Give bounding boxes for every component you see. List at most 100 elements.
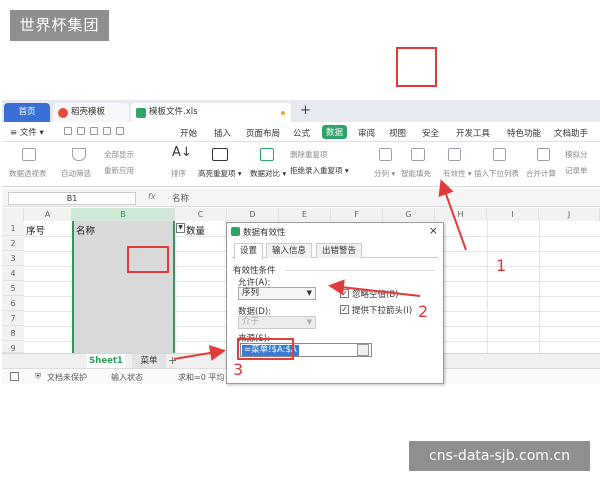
formula-bar: B1 fx 名称 [2, 189, 600, 207]
row-header[interactable]: 4 [2, 266, 24, 281]
cell-a1[interactable]: 序号 [26, 223, 45, 237]
row-header[interactable]: 8 [2, 326, 24, 341]
col-header-f[interactable]: F [331, 208, 383, 221]
sheet-tab-menu[interactable]: 菜单 [132, 354, 166, 369]
split-columns-icon [379, 148, 392, 161]
add-sheet-button[interactable]: + [168, 354, 177, 367]
dropdown-arrow-label: 提供下拉箭头(I) [352, 306, 413, 316]
row-header[interactable]: 3 [2, 251, 24, 266]
quick-access-toolbar [64, 127, 164, 137]
col-header-g[interactable]: G [383, 208, 435, 221]
col-header-j[interactable]: J [539, 208, 600, 221]
auto-filter-button[interactable]: 自动筛选 [61, 168, 91, 179]
smart-fill-icon [411, 148, 425, 161]
menu-special[interactable]: 特色功能 [507, 127, 541, 139]
tab-error-alert[interactable]: 出错警告 [316, 243, 363, 258]
watermark-bottom: cns-data-sjb.com.cn [409, 441, 590, 471]
sort-button[interactable]: 排序 [171, 168, 186, 179]
row-header[interactable]: 9 [2, 341, 24, 353]
tab-input-message[interactable]: 输入信息 [266, 243, 313, 258]
sheet-tab-sheet1[interactable]: Sheet1 [87, 354, 125, 369]
tab-label: 模板文件.xls [149, 107, 198, 117]
dropdown-arrow-icon[interactable]: ▼ [176, 223, 185, 233]
name-box[interactable]: B1 [8, 192, 136, 205]
col-header-e[interactable]: E [279, 208, 331, 221]
show-all-button[interactable]: 全部显示 [104, 149, 134, 160]
reapply-button[interactable]: 重新应用 [104, 165, 134, 176]
fx-icon[interactable]: fx [148, 192, 156, 201]
menu-start[interactable]: 开始 [180, 127, 197, 139]
reject-duplicates-button[interactable]: 拒绝录入重复项 ▾ [290, 165, 349, 176]
preview-icon[interactable] [90, 127, 98, 135]
data-compare-button[interactable]: 数据对比 ▾ [250, 168, 286, 179]
save-icon[interactable] [64, 127, 72, 135]
smart-fill-button[interactable]: 智能填充 [401, 168, 431, 179]
insert-dropdown-button[interactable]: 插入下拉列表 [474, 168, 519, 179]
col-header-a[interactable]: A [24, 208, 72, 221]
split-columns-button[interactable]: 分列 ▾ [374, 168, 395, 179]
dropdown-arrow-checkbox[interactable]: ✓ [340, 305, 349, 314]
range-picker-icon[interactable] [357, 344, 369, 356]
tab-home[interactable]: 首页 [4, 103, 50, 122]
ignore-blank-checkbox[interactable]: ✓ [340, 289, 349, 298]
file-menu[interactable]: ≡ 文件 ▾ [10, 126, 44, 138]
menu-review[interactable]: 审阅 [358, 127, 375, 139]
protect-status[interactable]: 文档未保护 [47, 372, 87, 383]
redo-icon[interactable] [116, 127, 124, 135]
selected-column-b[interactable] [72, 221, 175, 353]
menu-formula[interactable]: 公式 [293, 127, 310, 139]
sort-icon: A↓ [172, 145, 192, 160]
spreadsheet-icon [136, 108, 146, 118]
row-header[interactable]: 7 [2, 311, 24, 326]
annotation-1: 1 [496, 256, 507, 275]
col-header-i[interactable]: I [487, 208, 539, 221]
cell-c1[interactable]: 数量 [186, 223, 205, 237]
menu-doc-assistant[interactable]: 文档助手 [554, 127, 588, 139]
row-header[interactable]: 6 [2, 296, 24, 311]
remove-duplicates-button[interactable]: 删除重复项 [290, 149, 328, 160]
new-tab-button[interactable]: + [300, 103, 311, 118]
tab-settings[interactable]: 设置 [234, 243, 264, 259]
col-header-h[interactable]: H [435, 208, 487, 221]
unsaved-dot-icon [281, 111, 285, 115]
row-header[interactable]: 1 [2, 221, 24, 236]
pivot-table-button[interactable]: 数据透视表 [9, 168, 47, 179]
tab-docer-templates[interactable]: 稻壳模板 [53, 103, 129, 122]
allow-select[interactable]: 序列 ▼ [238, 287, 316, 300]
ignore-blank-label: 忽略空值(B) [352, 290, 399, 300]
pivot-table-icon [22, 148, 36, 161]
row-header[interactable]: 2 [2, 236, 24, 251]
menu-security[interactable]: 安全 [422, 127, 439, 139]
record-form-button[interactable]: 记录单 [565, 165, 588, 176]
col-header-b[interactable]: B [72, 208, 175, 221]
close-icon[interactable]: × [429, 224, 438, 237]
corner-cell[interactable] [2, 208, 24, 221]
cell-b1[interactable]: 名称 [76, 223, 95, 237]
menu-sheet-highlight [127, 246, 169, 273]
merge-calc-button[interactable]: 合并计算 [526, 168, 556, 179]
data-select[interactable]: 介于 ▼ [238, 316, 316, 329]
menu-developer[interactable]: 开发工具 [456, 127, 490, 139]
input-status: 输入状态 [111, 373, 143, 382]
grid-line [487, 221, 488, 353]
highlight-duplicates-button[interactable]: 高亮重复项 ▾ [198, 168, 242, 179]
col-header-d[interactable]: D [227, 208, 279, 221]
section-title: 有效性条件 [233, 266, 276, 276]
row-header[interactable]: 5 [2, 281, 24, 296]
menu-page-layout[interactable]: 页面布局 [246, 127, 280, 139]
smart-fill-highlight [396, 47, 437, 87]
print-icon[interactable] [77, 127, 85, 135]
data-compare-icon [260, 148, 274, 161]
tab-template-file[interactable]: 模板文件.xls [131, 103, 291, 122]
formula-input[interactable]: 名称 [172, 192, 189, 204]
menu-view[interactable]: 视图 [389, 127, 406, 139]
menu-data[interactable]: 数据 [322, 125, 348, 139]
col-header-c[interactable]: C [175, 208, 227, 221]
merge-calc-icon [537, 148, 550, 161]
undo-icon[interactable] [103, 127, 111, 135]
simulate-button[interactable]: 模拟分 [565, 149, 588, 160]
dropdown-list-icon [493, 148, 506, 161]
validity-button[interactable]: 有效性 ▾ [443, 168, 472, 179]
menu-insert[interactable]: 插入 [214, 127, 231, 139]
tab-label: 稻壳模板 [71, 107, 106, 117]
